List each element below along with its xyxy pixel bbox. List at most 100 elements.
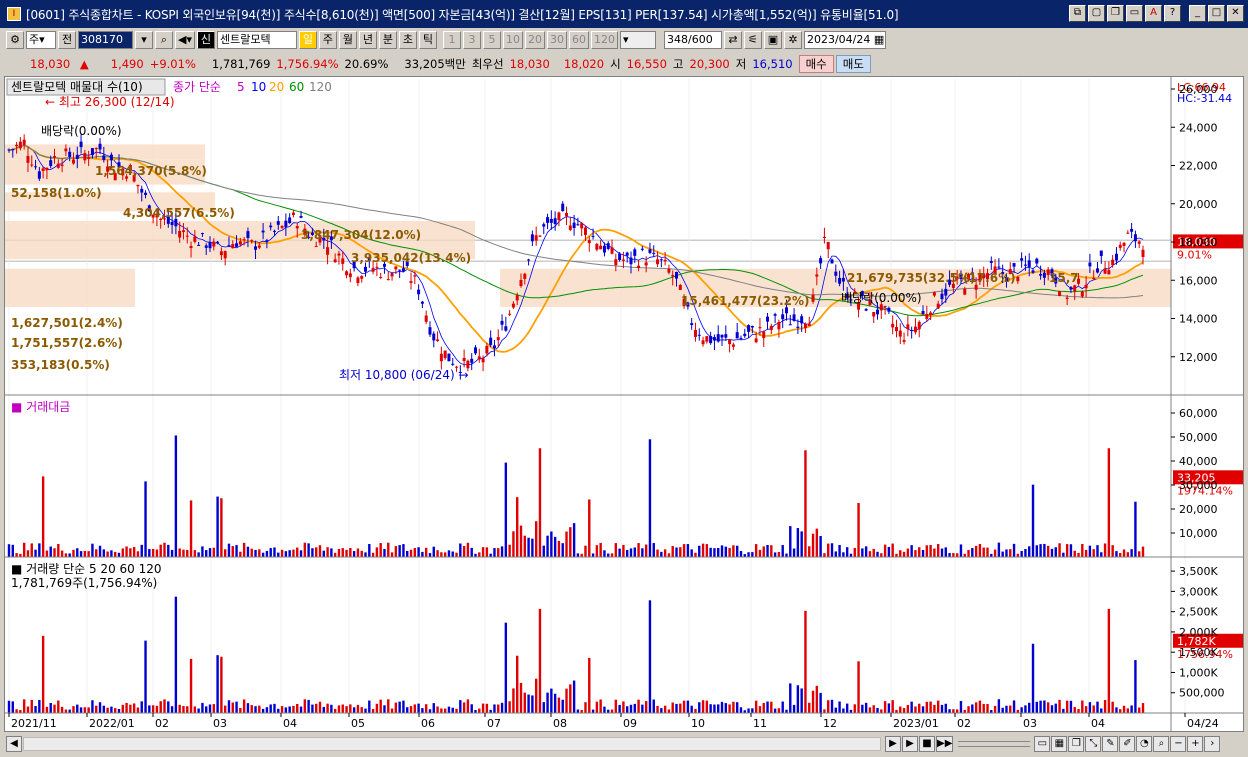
num-1[interactable]: 1 xyxy=(442,31,461,49)
pen-icon[interactable]: ✎ xyxy=(1102,736,1119,752)
copy-icon[interactable]: ❐ xyxy=(1107,5,1124,22)
candle-body xyxy=(53,156,57,158)
custom-input[interactable]: ▾ xyxy=(619,31,656,49)
zoom-slider[interactable] xyxy=(958,741,1031,747)
code-input[interactable]: 308170 xyxy=(78,31,133,49)
count-display[interactable]: 348/600 xyxy=(663,31,722,49)
play-icon[interactable]: ▶ xyxy=(902,736,918,752)
window-icon[interactable]: ▢ xyxy=(1088,5,1105,22)
candle-body xyxy=(11,149,15,151)
minus-button[interactable]: − xyxy=(1170,736,1187,752)
candle-body xyxy=(519,279,523,287)
volume-bar xyxy=(462,702,466,713)
candle-body xyxy=(811,294,815,302)
period-month[interactable]: 월 xyxy=(338,31,357,49)
save-icon[interactable]: ▣ xyxy=(763,31,782,49)
max-price-label: ← 최고 26,300 (12/14) xyxy=(45,95,175,109)
candle-body xyxy=(625,252,629,256)
x-tick-label: 09 xyxy=(623,717,637,730)
num-20[interactable]: 20 xyxy=(524,31,545,49)
candle-body xyxy=(216,241,220,243)
num-30[interactable]: 30 xyxy=(546,31,567,49)
restore-icon[interactable]: ⧉ xyxy=(1069,5,1086,22)
stock-chart[interactable]: 센트랄모텍 매물대 수(10) 종가 단순 5 10 20 60 120 LC:66.94HC… xyxy=(5,77,1243,731)
volume-bar xyxy=(1046,702,1050,713)
brush-icon[interactable]: ✐ xyxy=(1119,736,1136,752)
zoom-icon[interactable]: ⌕ xyxy=(1153,736,1170,752)
x-tick-label: 10 xyxy=(691,717,705,730)
next-icon[interactable]: ▶▶ xyxy=(936,736,954,752)
candle-body xyxy=(754,338,758,343)
line-icon[interactable]: ⚟ xyxy=(743,31,762,49)
stop-icon[interactable]: ■ xyxy=(919,736,935,752)
link-icon[interactable]: ▭ xyxy=(1126,5,1143,22)
chart-icon[interactable]: ◔ xyxy=(1136,736,1153,752)
num-60[interactable]: 60 xyxy=(568,31,589,49)
plus-button[interactable]: + xyxy=(1187,736,1204,752)
amount-bar xyxy=(914,550,917,557)
settings-icon[interactable]: ⚙ xyxy=(6,31,24,49)
date-input[interactable]: 2023/04/24 ▦ xyxy=(803,31,886,49)
num-5[interactable]: 5 xyxy=(482,31,501,49)
draw-icon[interactable]: ⤡ xyxy=(1085,736,1102,752)
amount-bar xyxy=(447,550,451,557)
candle-body xyxy=(401,268,405,272)
buy-button[interactable]: 매수 xyxy=(798,54,834,73)
scroll-right-icon[interactable]: ▶ xyxy=(885,736,901,752)
volume-profile-label: 4,304,557(6.5%) xyxy=(123,206,235,220)
close-icon[interactable]: ✕ xyxy=(1227,5,1244,22)
sound-icon[interactable]: ◀▾ xyxy=(175,31,195,49)
config-icon[interactable]: ✲ xyxy=(783,31,802,49)
period-week[interactable]: 주 xyxy=(318,31,337,49)
maximize-icon[interactable]: □ xyxy=(1208,5,1225,22)
amount-bar xyxy=(113,551,117,557)
period-select[interactable]: 주▾ xyxy=(26,31,56,49)
volume-bar xyxy=(443,708,447,713)
volume-bar xyxy=(220,656,223,713)
amount-bar xyxy=(151,548,155,557)
layout-icon[interactable]: ▭ xyxy=(1034,736,1051,752)
minimize-icon[interactable]: _ xyxy=(1189,5,1206,22)
candle-body xyxy=(720,334,724,338)
font-icon[interactable]: A xyxy=(1145,5,1162,22)
candle-body xyxy=(538,235,542,237)
amount-bar xyxy=(1039,544,1042,557)
volume-bar xyxy=(216,655,219,713)
period-year[interactable]: 년 xyxy=(358,31,377,49)
more-icon[interactable]: › xyxy=(1204,736,1221,752)
grid-icon[interactable]: ▦ xyxy=(1051,736,1068,752)
window-title: [0601] 주식종합차트 - KOSPI 외국인보유[94(천)] 주식수[8… xyxy=(26,7,899,22)
candle-body xyxy=(417,289,421,295)
period-day[interactable]: 일 xyxy=(298,31,317,49)
num-10[interactable]: 10 xyxy=(502,31,523,49)
prev-button[interactable]: 전 xyxy=(58,31,76,49)
amount-bar xyxy=(337,549,341,557)
volume-bar xyxy=(239,707,242,713)
sell-button[interactable]: 매도 xyxy=(835,54,871,73)
code-dropdown[interactable]: ▾ xyxy=(135,31,153,49)
amount-bar xyxy=(978,544,982,557)
scroll-left-icon[interactable]: ◀ xyxy=(6,736,22,752)
scroll-track[interactable] xyxy=(23,737,881,751)
chart-area[interactable]: 센트랄모텍 매물대 수(10) 종가 단순 5 10 20 60 120 LC:66.94 HC… xyxy=(4,76,1244,732)
copy2-icon[interactable]: ❐ xyxy=(1068,736,1085,752)
volume-bar xyxy=(91,700,94,713)
amount-bar xyxy=(955,553,959,557)
amount-bar xyxy=(929,545,932,557)
tool-icon[interactable]: ⇄ xyxy=(723,31,742,49)
period-minute[interactable]: 분 xyxy=(378,31,397,49)
candle-body xyxy=(826,242,830,250)
volume-bar xyxy=(318,701,322,713)
amount-bar xyxy=(368,543,371,557)
candle-body xyxy=(534,235,538,241)
volume-bar xyxy=(819,692,822,713)
period-second[interactable]: 초 xyxy=(398,31,417,49)
volume-bar xyxy=(273,703,276,713)
num-120[interactable]: 120 xyxy=(590,31,618,49)
amount-bar xyxy=(208,548,212,557)
help-icon[interactable]: ? xyxy=(1164,5,1181,22)
period-tick[interactable]: 틱 xyxy=(418,31,437,49)
amount-bar xyxy=(277,552,280,557)
search-icon[interactable]: ⌕ xyxy=(155,31,173,49)
num-3[interactable]: 3 xyxy=(462,31,481,49)
